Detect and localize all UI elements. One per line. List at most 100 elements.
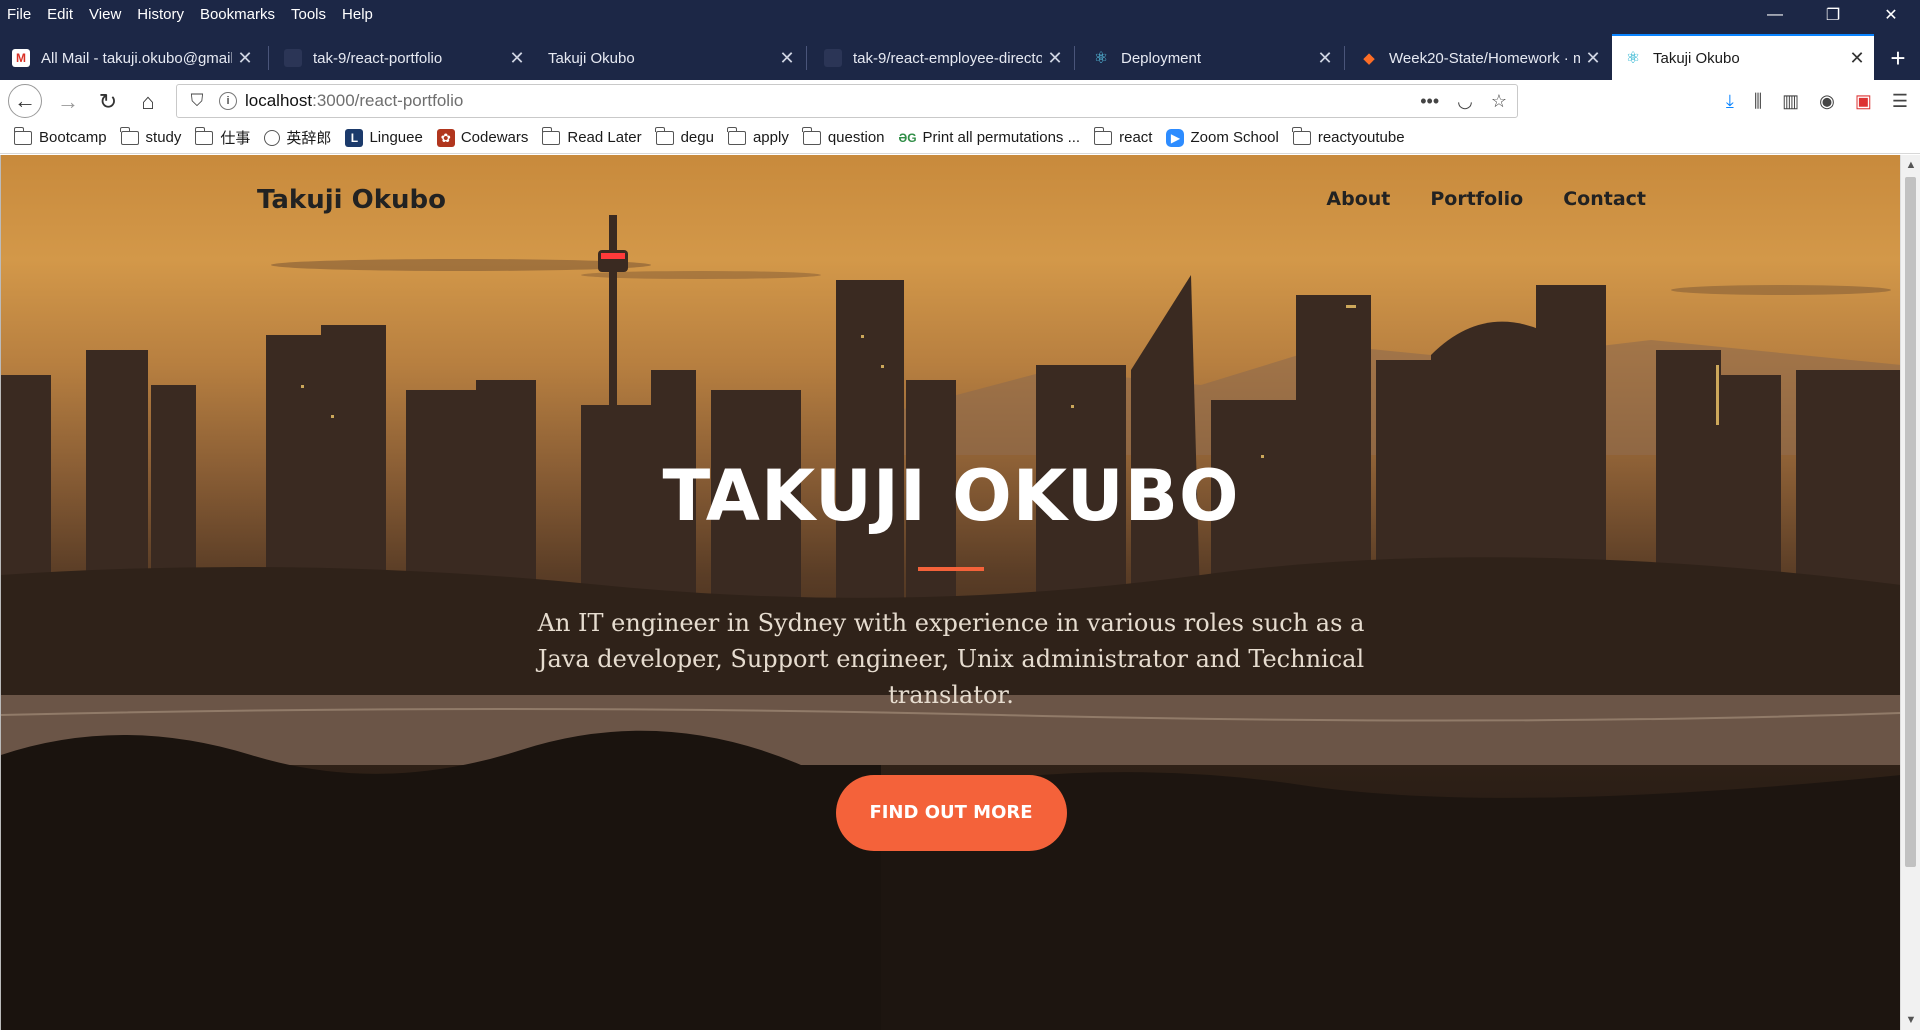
- library-icon[interactable]: ⫼: [1754, 91, 1762, 112]
- nav-about-link[interactable]: About: [1326, 188, 1390, 210]
- bookmark-degu[interactable]: degu: [655, 126, 714, 146]
- menu-bookmarks[interactable]: Bookmarks: [192, 0, 283, 30]
- linguee-icon: L: [345, 128, 364, 147]
- title-divider: [918, 567, 984, 571]
- bookmark-label: study: [145, 129, 182, 146]
- bookmark-label: degu: [680, 129, 714, 146]
- zoom-icon: ▶: [1166, 128, 1185, 147]
- menu-bar: File Edit View History Bookmarks Tools H…: [0, 0, 1920, 30]
- tab-separator: [1344, 46, 1345, 70]
- url-bar[interactable]: ⛉ i localhost:3000/react-portfolio ••• ◡…: [176, 84, 1518, 118]
- bookmark-codewars[interactable]: ✿ Codewars: [436, 128, 529, 147]
- folder-icon: [13, 126, 32, 145]
- close-icon[interactable]: ✕: [1844, 48, 1870, 69]
- hero-subtitle: An IT engineer in Sydney with experience…: [537, 609, 1365, 709]
- tab-label: All Mail - takuji.okubo@gmail: [41, 49, 232, 67]
- tab-label: tak-9/react-employee-directory: [853, 49, 1042, 67]
- home-button[interactable]: ⌂: [132, 86, 164, 118]
- menu-tools[interactable]: Tools: [283, 0, 334, 30]
- bookmark-read-later[interactable]: Read Later: [541, 126, 642, 146]
- download-icon[interactable]: ⤓: [1726, 91, 1734, 112]
- page-scrollbar[interactable]: ▲ ▼: [1900, 155, 1920, 1030]
- bookmark-bootcamp[interactable]: Bootcamp: [13, 126, 107, 146]
- bookmark-react[interactable]: react: [1093, 126, 1152, 146]
- folder-icon: [120, 126, 139, 145]
- tab-takuji-okubo-active[interactable]: ⚛ Takuji Okubo ✕: [1612, 34, 1874, 80]
- close-icon[interactable]: ✕: [1042, 48, 1068, 69]
- back-button[interactable]: ←: [8, 84, 42, 118]
- bookmark-label: Linguee: [369, 129, 423, 146]
- menu-history[interactable]: History: [129, 0, 192, 30]
- nav-contact-link[interactable]: Contact: [1563, 188, 1646, 210]
- tab-label: Takuji Okubo: [548, 49, 635, 67]
- scrollbar-thumb[interactable]: [1905, 177, 1916, 867]
- tab-week20-homework[interactable]: ◆ Week20-State/Homework · master ✕: [1348, 36, 1610, 80]
- bookmark-reactyoutube[interactable]: reactyoutube: [1292, 126, 1405, 146]
- info-icon[interactable]: i: [219, 92, 237, 110]
- bookmark-star-icon[interactable]: ☆: [1491, 91, 1507, 112]
- close-icon[interactable]: ✕: [1312, 48, 1338, 69]
- pocket-icon[interactable]: ◡: [1457, 91, 1473, 112]
- github-icon: [284, 49, 302, 67]
- find-out-more-button[interactable]: FIND OUT MORE: [835, 775, 1067, 851]
- scroll-down-arrow-icon[interactable]: ▼: [1901, 1014, 1920, 1026]
- bookmark-label: Codewars: [460, 129, 529, 146]
- extension-icon[interactable]: ▣: [1855, 91, 1872, 112]
- tab-label: Week20-State/Homework · master: [1389, 49, 1580, 67]
- bookmark-linguee[interactable]: L Linguee: [345, 128, 423, 147]
- bookmark-print-permutations[interactable]: ƏG Print all permutations ...: [899, 129, 1081, 147]
- close-icon[interactable]: ✕: [1580, 48, 1606, 69]
- hamburger-menu-icon[interactable]: ☰: [1892, 91, 1908, 112]
- folder-icon: [727, 126, 746, 145]
- more-actions-icon[interactable]: •••: [1420, 91, 1439, 112]
- new-tab-button[interactable]: +: [1876, 36, 1920, 80]
- account-icon[interactable]: ◉: [1819, 91, 1835, 112]
- nav-portfolio-link[interactable]: Portfolio: [1430, 188, 1523, 210]
- close-icon[interactable]: ✕: [504, 48, 530, 69]
- site-brand[interactable]: Takuji Okubo: [257, 185, 446, 215]
- tab-label: tak-9/react-portfolio: [313, 49, 443, 67]
- bookmark-label: Zoom School: [1190, 129, 1279, 146]
- forward-button[interactable]: →: [52, 86, 84, 118]
- folder-icon: [1093, 126, 1113, 145]
- bookmark-label: reactyoutube: [1317, 129, 1405, 146]
- menu-help[interactable]: Help: [334, 0, 381, 30]
- bookmark-study[interactable]: study: [120, 126, 182, 146]
- tab-strip: M All Mail - takuji.okubo@gmail ✕ tak-9/…: [0, 30, 1920, 80]
- menu-edit[interactable]: Edit: [39, 0, 81, 30]
- tab-employee-directory-repo[interactable]: tak-9/react-employee-directory ✕: [812, 36, 1072, 80]
- menu-view[interactable]: View: [81, 0, 129, 30]
- bookmark-zoom-school[interactable]: ▶ Zoom School: [1166, 128, 1279, 147]
- tab-react-portfolio-repo[interactable]: tak-9/react-portfolio ✕: [272, 36, 534, 80]
- tab-separator: [806, 46, 807, 70]
- site-navbar: Takuji Okubo About Portfolio Contact: [1, 155, 1900, 245]
- tab-label: Takuji Okubo: [1653, 49, 1740, 67]
- bookmark-question[interactable]: question: [802, 126, 885, 146]
- restore-button[interactable]: ❐: [1804, 0, 1862, 30]
- reload-button[interactable]: ↻: [92, 86, 124, 118]
- bookmark-label: Print all permutations ...: [922, 129, 1081, 146]
- bookmark-eijiro[interactable]: 英辞郎: [264, 127, 331, 148]
- bookmark-label: 英辞郎: [286, 130, 332, 147]
- bookmark-label: Bootcamp: [39, 129, 107, 146]
- tab-deployment[interactable]: ⚛ Deployment ✕: [1080, 36, 1342, 80]
- bookmark-apply[interactable]: apply: [727, 126, 789, 146]
- sidebar-icon[interactable]: ▥: [1782, 91, 1799, 112]
- github-icon: [824, 49, 842, 67]
- scroll-up-arrow-icon[interactable]: ▲: [1901, 159, 1920, 171]
- close-icon[interactable]: ✕: [774, 48, 800, 69]
- minimize-button[interactable]: —: [1746, 0, 1804, 30]
- folder-icon: [802, 126, 821, 145]
- bookmark-shigoto[interactable]: 仕事: [194, 126, 250, 148]
- tab-takuji-okubo[interactable]: Takuji Okubo ✕: [536, 36, 804, 80]
- close-icon[interactable]: ✕: [232, 48, 258, 69]
- gmail-icon: M: [12, 49, 30, 67]
- shield-icon[interactable]: ⛉: [183, 91, 211, 111]
- bookmark-label: Read Later: [567, 129, 642, 146]
- menu-file[interactable]: File: [0, 0, 39, 30]
- hero-title: TAKUJI OKUBO: [662, 455, 1240, 537]
- tab-label: Deployment: [1121, 49, 1202, 67]
- close-window-button[interactable]: ✕: [1862, 0, 1920, 30]
- folder-icon: [541, 126, 561, 145]
- tab-gmail[interactable]: M All Mail - takuji.okubo@gmail ✕: [0, 36, 262, 80]
